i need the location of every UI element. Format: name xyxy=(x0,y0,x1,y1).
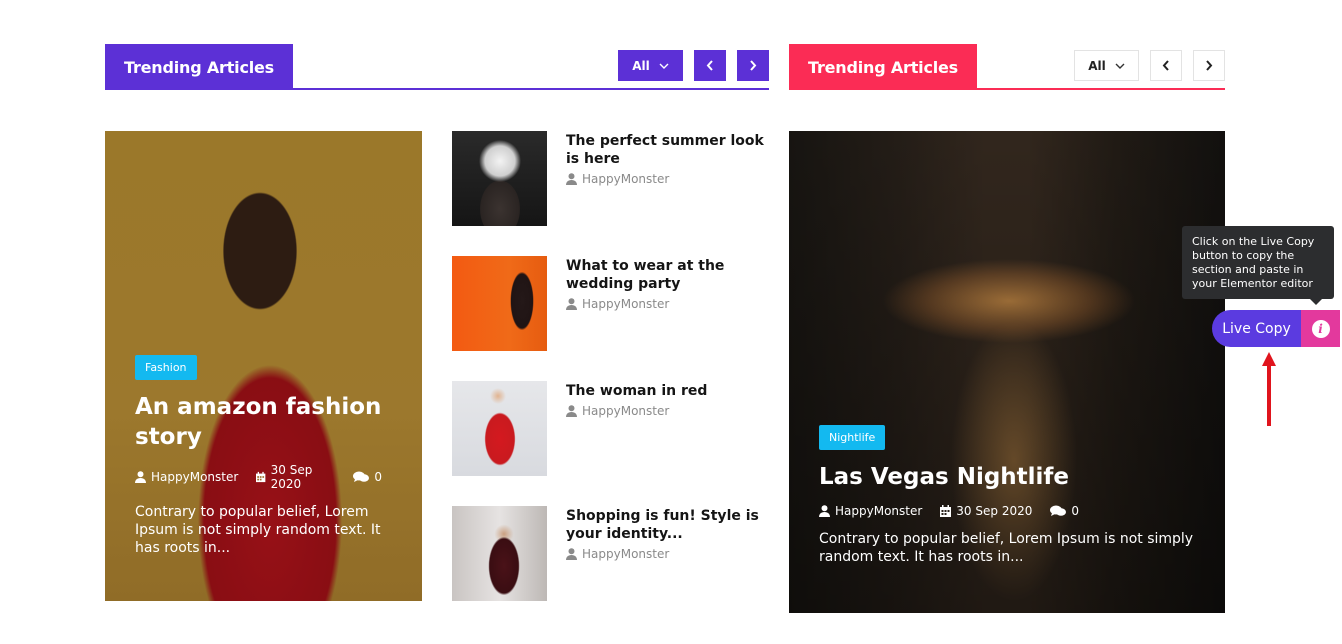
article-title[interactable]: The woman in red xyxy=(566,382,769,400)
category-filter-dropdown[interactable]: All xyxy=(1074,50,1139,81)
calendar-icon xyxy=(940,505,952,517)
arrow-up-icon xyxy=(1262,352,1276,426)
meta-author[interactable]: HappyMonster xyxy=(819,504,922,518)
info-icon: i xyxy=(1311,319,1330,338)
article-thumbnail[interactable] xyxy=(452,506,547,601)
article-author[interactable]: HappyMonster xyxy=(566,297,669,311)
chevron-left-icon xyxy=(706,60,713,71)
next-button[interactable] xyxy=(737,50,769,81)
author-name: HappyMonster xyxy=(582,172,670,186)
article-author[interactable]: HappyMonster xyxy=(566,547,669,561)
widget-controls: All xyxy=(1074,50,1225,81)
post-meta: HappyMonster 30 Sep 2020 0 xyxy=(819,504,1197,518)
widget-title: Trending Articles xyxy=(789,44,977,90)
widget-controls: All xyxy=(618,50,769,81)
featured-content: Fashion An amazon fashion story HappyMon… xyxy=(135,355,394,557)
live-copy-control: Live Copy i xyxy=(1212,310,1342,347)
article-title[interactable]: The perfect summer look is here xyxy=(566,132,769,168)
live-copy-info-button[interactable]: i xyxy=(1301,310,1340,347)
meta-date: 30 Sep 2020 xyxy=(256,463,335,491)
list-item[interactable]: The perfect summer look is here HappyMon… xyxy=(452,131,769,226)
comments-icon xyxy=(353,471,370,482)
comment-count: 0 xyxy=(374,470,382,484)
article-thumbnail[interactable] xyxy=(452,381,547,476)
widget-title: Trending Articles xyxy=(105,44,293,90)
live-copy-tooltip: Click on the Live Copy button to copy th… xyxy=(1182,226,1334,305)
list-item[interactable]: The woman in red HappyMonster xyxy=(452,381,769,476)
comment-count: 0 xyxy=(1071,504,1079,518)
category-badge[interactable]: Nightlife xyxy=(819,425,886,450)
trending-articles-widget-right: Trending Articles All Nightlife Las Vega… xyxy=(789,44,1225,613)
chevron-left-icon xyxy=(1162,60,1169,71)
next-button[interactable] xyxy=(1193,50,1225,81)
featured-excerpt: Contrary to popular belief, Lorem Ipsum … xyxy=(135,504,381,556)
list-item[interactable]: Shopping is fun! Style is your identity.… xyxy=(452,506,769,601)
chevron-down-icon xyxy=(659,63,669,69)
featured-content: Nightlife Las Vegas Nightlife HappyMonst… xyxy=(819,425,1197,566)
author-name: HappyMonster xyxy=(582,297,670,311)
featured-title[interactable]: Las Vegas Nightlife xyxy=(819,462,1197,492)
author-name: HappyMonster xyxy=(835,504,923,518)
user-icon xyxy=(566,298,577,310)
article-author[interactable]: HappyMonster xyxy=(566,172,669,186)
comments-icon xyxy=(1050,505,1067,516)
featured-article[interactable]: Fashion An amazon fashion story HappyMon… xyxy=(105,131,422,601)
filter-label: All xyxy=(1088,58,1106,73)
prev-button[interactable] xyxy=(1150,50,1182,81)
post-meta: HappyMonster 30 Sep 2020 0 xyxy=(135,463,394,491)
article-thumbnail[interactable] xyxy=(452,256,547,351)
meta-comments[interactable]: 0 xyxy=(1050,504,1079,518)
user-icon xyxy=(819,505,830,517)
widget-header: Trending Articles All xyxy=(105,44,769,90)
calendar-icon xyxy=(256,471,266,483)
category-badge[interactable]: Fashion xyxy=(135,355,197,380)
live-copy-button[interactable]: Live Copy xyxy=(1212,310,1301,347)
author-name: HappyMonster xyxy=(582,404,670,418)
post-date: 30 Sep 2020 xyxy=(956,504,1033,518)
featured-excerpt: Contrary to popular belief, Lorem Ipsum … xyxy=(819,531,1194,565)
prev-button[interactable] xyxy=(694,50,726,81)
meta-comments[interactable]: 0 xyxy=(353,470,382,484)
article-thumbnail[interactable] xyxy=(452,131,547,226)
article-title[interactable]: Shopping is fun! Style is your identity.… xyxy=(566,507,769,543)
widget-header: Trending Articles All xyxy=(789,44,1225,90)
featured-title[interactable]: An amazon fashion story xyxy=(135,392,394,452)
chevron-right-icon xyxy=(1206,60,1213,71)
user-icon xyxy=(135,471,146,483)
category-filter-dropdown[interactable]: All xyxy=(618,50,683,81)
featured-article[interactable]: Nightlife Las Vegas Nightlife HappyMonst… xyxy=(789,131,1225,613)
meta-author[interactable]: HappyMonster xyxy=(135,470,238,484)
user-icon xyxy=(566,173,577,185)
post-date: 30 Sep 2020 xyxy=(270,463,313,491)
author-name: HappyMonster xyxy=(151,470,239,484)
meta-date: 30 Sep 2020 xyxy=(940,504,1032,518)
author-name: HappyMonster xyxy=(582,547,670,561)
article-title[interactable]: What to wear at the wedding party xyxy=(566,257,769,293)
filter-label: All xyxy=(632,58,650,73)
user-icon xyxy=(566,548,577,560)
list-item[interactable]: What to wear at the wedding party HappyM… xyxy=(452,256,769,351)
trending-articles-widget-left: Trending Articles All Fashion An amazon … xyxy=(105,44,769,601)
chevron-right-icon xyxy=(750,60,757,71)
chevron-down-icon xyxy=(1115,63,1125,69)
user-icon xyxy=(566,405,577,417)
article-author[interactable]: HappyMonster xyxy=(566,404,669,418)
